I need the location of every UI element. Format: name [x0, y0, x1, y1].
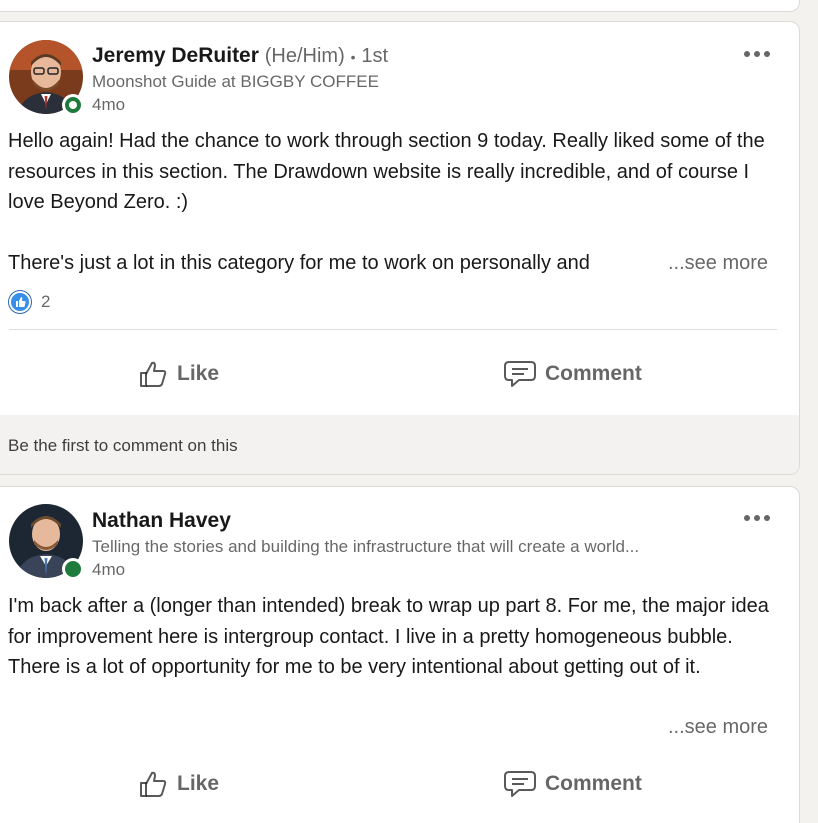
comment-label: Comment — [545, 362, 642, 385]
author-pronouns: (He/Him) — [264, 45, 345, 67]
comments-empty-text: Be the first to comment on this — [8, 436, 238, 455]
comment-label: Comment — [545, 772, 642, 795]
comment-button[interactable]: Comment — [503, 769, 642, 799]
speech-bubble-icon — [504, 771, 536, 797]
post-body: Hello again! Had the chance to work thro… — [8, 130, 765, 274]
reaction-count: 2 — [41, 292, 51, 311]
like-label: Like — [177, 772, 220, 795]
previous-post-card — [0, 0, 800, 12]
like-button[interactable]: Like — [137, 358, 219, 390]
author-name[interactable]: Jeremy DeRuiter — [92, 44, 259, 67]
like-button[interactable]: Like — [137, 768, 219, 800]
author-name[interactable]: Nathan Havey — [92, 509, 231, 533]
speech-bubble-icon — [504, 361, 536, 387]
comment-button[interactable]: Comment — [503, 359, 642, 389]
open-to-work-indicator — [62, 94, 84, 116]
like-label: Like — [177, 362, 220, 385]
reactions-summary[interactable]: 2 — [9, 291, 50, 313]
see-more-link[interactable]: ...see more — [668, 716, 768, 739]
more-options-icon[interactable] — [739, 42, 775, 66]
more-options-icon[interactable] — [739, 506, 775, 530]
thumbs-up-icon — [140, 361, 167, 387]
thumbs-up-icon — [140, 771, 167, 797]
post-timestamp: 4mo — [92, 560, 126, 579]
divider — [9, 329, 777, 330]
author-name-line[interactable]: Jeremy DeRuiter (He/Him) • 1st — [92, 44, 388, 68]
separator-dot: • — [350, 49, 356, 65]
post-body: I'm back after a (longer than intended) … — [8, 595, 769, 678]
author-headline: Moonshot Guide at BIGGBY COFFEE — [92, 72, 379, 91]
comments-empty-state: Be the first to comment on this — [0, 415, 799, 474]
post-card: Nathan Havey Telling the stories and bui… — [0, 486, 800, 823]
online-status-indicator — [62, 558, 84, 580]
author-headline: Telling the stories and building the inf… — [92, 537, 640, 556]
connection-degree: 1st — [361, 45, 389, 67]
see-more-link[interactable]: ...see more — [668, 252, 768, 275]
post-card: Jeremy DeRuiter (He/Him) • 1st Moonshot … — [0, 21, 800, 475]
post-timestamp: 4mo — [92, 95, 126, 114]
like-reaction-icon — [9, 291, 31, 313]
